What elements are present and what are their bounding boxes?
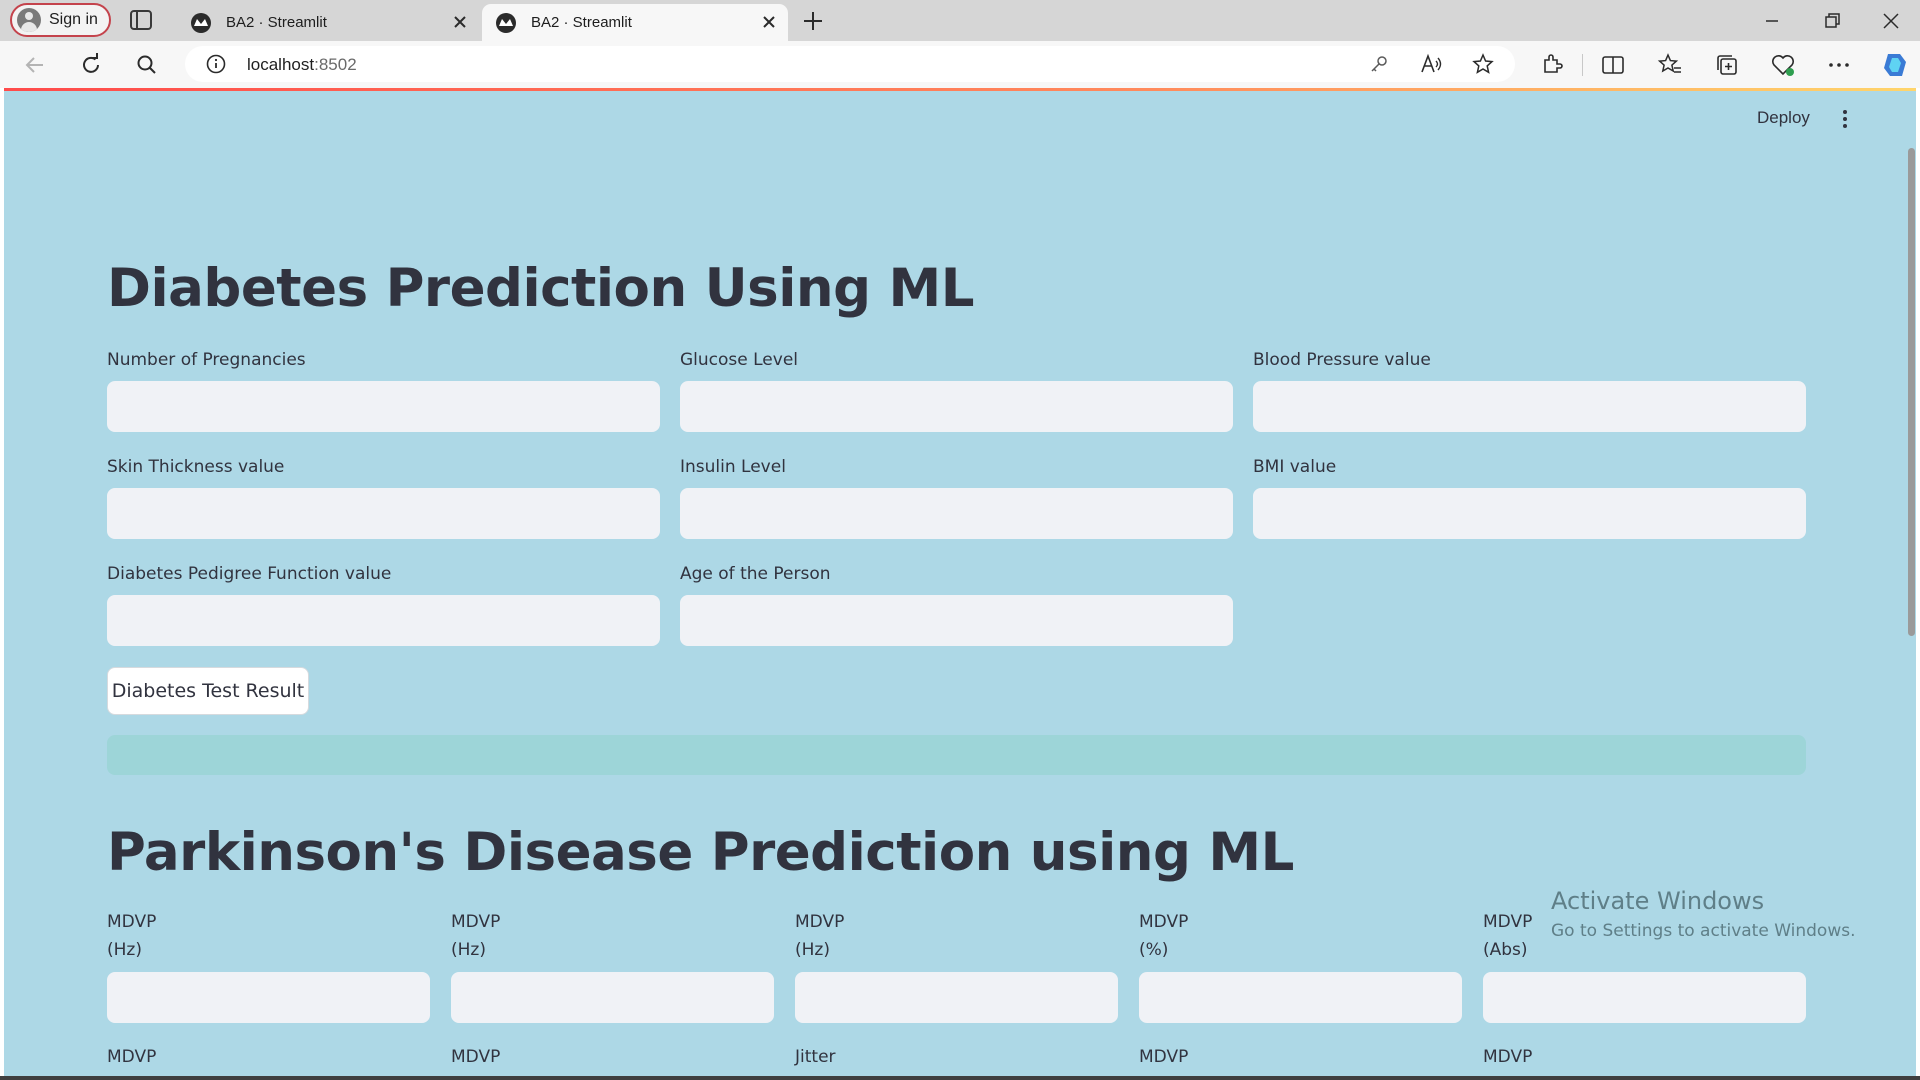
refresh-icon[interactable]	[78, 52, 104, 78]
label-line: MDVP	[795, 912, 845, 932]
extensions-icon[interactable]	[1539, 52, 1565, 78]
parkinsons-field-10-label: MDVP	[1483, 1047, 1533, 1067]
label-line: MDVP	[1139, 912, 1189, 932]
search-icon[interactable]	[134, 52, 160, 78]
parkinsons-field-1-input[interactable]	[107, 972, 430, 1023]
deploy-button[interactable]: Deploy	[1757, 108, 1810, 128]
diabetes-result-message	[107, 735, 1806, 775]
age-input[interactable]	[680, 595, 1233, 646]
parkinsons-field-8-label: Jitter	[795, 1047, 836, 1067]
bmi-input[interactable]	[1253, 488, 1806, 539]
tab-title: BA2 · Streamlit	[226, 14, 327, 31]
close-tab-icon[interactable]	[760, 13, 778, 31]
blood-pressure-label: Blood Pressure value	[1253, 350, 1431, 370]
diabetes-title: Diabetes Prediction Using ML	[107, 258, 975, 319]
label-line: MDVP	[1483, 912, 1533, 932]
skin-thickness-label: Skin Thickness value	[107, 457, 285, 477]
pedigree-function-label: Diabetes Pedigree Function value	[107, 564, 392, 584]
diabetes-test-result-button[interactable]: Diabetes Test Result	[107, 667, 309, 715]
parkinsons-field-9-label: MDVP	[1139, 1047, 1189, 1067]
label-unit: (Hz)	[107, 940, 142, 960]
split-screen-icon[interactable]	[1600, 52, 1626, 78]
pregnancies-label: Number of Pregnancies	[107, 350, 306, 370]
password-key-icon[interactable]	[1369, 54, 1389, 74]
url-port: :8502	[314, 55, 357, 74]
skin-thickness-input[interactable]	[107, 488, 660, 539]
insulin-label: Insulin Level	[680, 457, 786, 477]
browser-tab-strip: Sign in BA2 · Streamlit BA2 · Streamlit	[0, 0, 1920, 41]
copilot-icon[interactable]	[1880, 50, 1910, 80]
url-text: localhost:8502	[247, 55, 357, 75]
sign-in-label: Sign in	[49, 11, 98, 28]
parkinsons-field-7-label: MDVP	[451, 1047, 501, 1067]
close-window-icon[interactable]	[1880, 10, 1902, 32]
glucose-input[interactable]	[680, 381, 1233, 432]
label-unit: (%)	[1139, 940, 1169, 960]
new-tab-icon[interactable]	[801, 9, 825, 33]
toolbar-divider	[1582, 54, 1583, 76]
more-options-icon[interactable]	[1826, 52, 1852, 78]
age-label: Age of the Person	[680, 564, 831, 584]
watermark-subtitle: Go to Settings to activate Windows.	[1551, 921, 1856, 941]
parkinsons-field-4-label: MDVP (%)	[1139, 908, 1188, 964]
glucose-label: Glucose Level	[680, 350, 799, 370]
label-line: MDVP	[107, 912, 157, 932]
pedigree-function-input[interactable]	[107, 595, 660, 646]
parkinsons-field-3-input[interactable]	[795, 972, 1118, 1023]
insulin-input[interactable]	[680, 488, 1233, 539]
close-tab-icon[interactable]	[451, 13, 469, 31]
label-unit: (Hz)	[795, 940, 830, 960]
parkinsons-field-6-label: MDVP	[107, 1047, 157, 1067]
restore-icon[interactable]	[1821, 10, 1843, 32]
window-bottom-edge	[0, 1076, 1920, 1080]
activate-windows-watermark: Activate Windows Go to Settings to activ…	[1551, 887, 1856, 941]
main-menu-icon[interactable]	[1842, 109, 1848, 129]
parkinsons-field-5-input[interactable]	[1483, 972, 1806, 1023]
profile-avatar-icon	[17, 8, 41, 32]
collections-icon[interactable]	[1714, 52, 1740, 78]
tab-actions-icon[interactable]	[128, 8, 154, 32]
watermark-title: Activate Windows	[1551, 887, 1765, 915]
parkinsons-field-4-input[interactable]	[1139, 972, 1462, 1023]
favorite-star-icon[interactable]	[1472, 53, 1494, 75]
page-scrollbar[interactable]	[1908, 148, 1915, 636]
sign-in-button[interactable]: Sign in	[10, 3, 111, 37]
bmi-label: BMI value	[1253, 457, 1337, 477]
parkinsons-field-1-label: MDVP (Hz)	[107, 908, 156, 964]
pregnancies-input[interactable]	[107, 381, 660, 432]
app-header-decoration	[4, 88, 1916, 91]
label-unit: (Abs)	[1483, 940, 1528, 960]
back-arrow-icon[interactable]	[22, 52, 48, 78]
parkinsons-field-2-input[interactable]	[451, 972, 774, 1023]
streamlit-favicon-icon	[191, 12, 211, 33]
streamlit-favicon-icon	[496, 12, 516, 33]
tab-title: BA2 · Streamlit	[531, 14, 632, 31]
site-info-icon[interactable]	[205, 53, 227, 75]
label-line: MDVP	[451, 912, 501, 932]
tab-ba2-streamlit-2[interactable]: BA2 · Streamlit	[482, 4, 788, 41]
address-bar[interactable]: localhost:8502	[185, 46, 1515, 82]
parkinsons-field-5-label: MDVP (Abs)	[1483, 908, 1532, 964]
minimize-icon[interactable]	[1761, 10, 1783, 32]
blood-pressure-input[interactable]	[1253, 381, 1806, 432]
url-host: localhost	[247, 55, 315, 74]
label-unit: (Hz)	[451, 940, 486, 960]
parkinsons-title: Parkinson's Disease Prediction using ML	[107, 822, 1294, 883]
parkinsons-field-3-label: MDVP (Hz)	[795, 908, 844, 964]
favorites-icon[interactable]	[1657, 52, 1683, 78]
browser-toolbar: localhost:8502	[0, 41, 1920, 88]
read-aloud-icon[interactable]	[1420, 53, 1444, 75]
browser-essentials-icon[interactable]	[1770, 52, 1796, 78]
tab-ba2-streamlit-1[interactable]: BA2 · Streamlit	[177, 4, 479, 41]
parkinsons-field-2-label: MDVP (Hz)	[451, 908, 500, 964]
